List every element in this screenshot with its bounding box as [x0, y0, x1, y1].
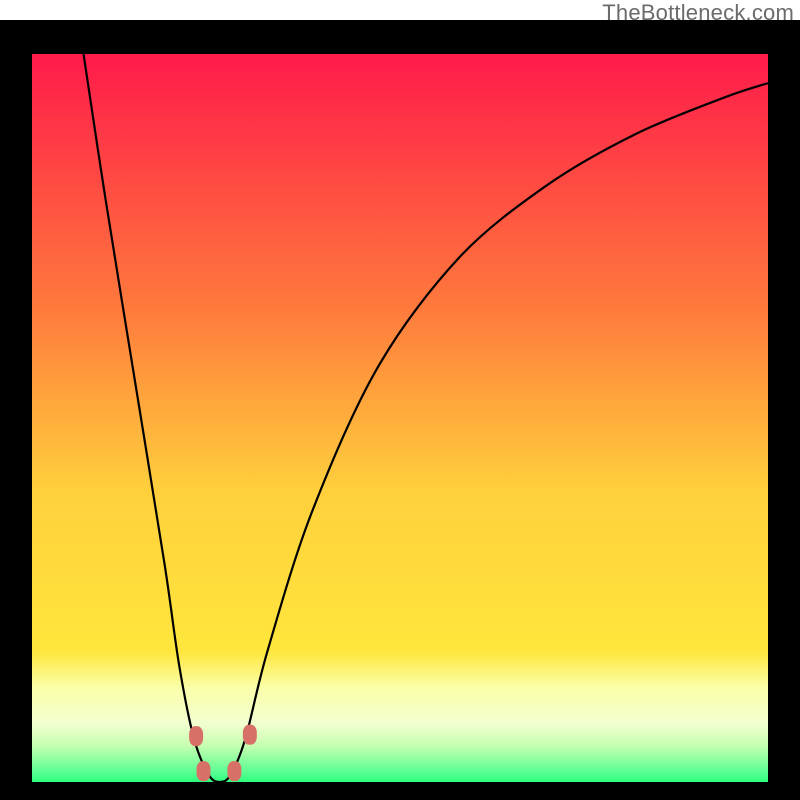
curve-svg [32, 54, 768, 782]
plot-area [32, 54, 768, 782]
curve-marker [227, 761, 241, 781]
bottleneck-curve [84, 54, 768, 782]
curve-marker [189, 726, 203, 746]
chart-frame [0, 20, 800, 800]
curve-marker [196, 761, 210, 781]
curve-marker [243, 725, 257, 745]
